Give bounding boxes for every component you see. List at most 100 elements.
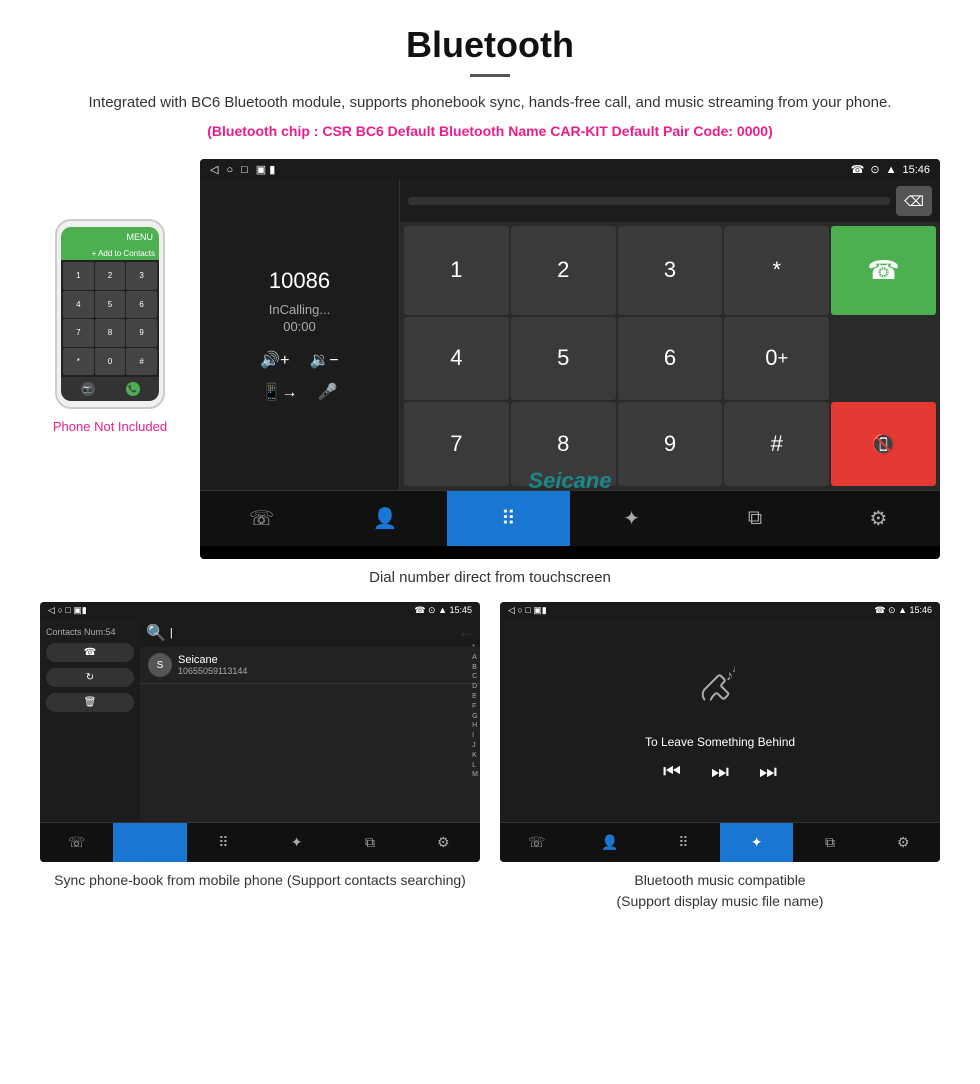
contact-row-seicane[interactable]: S Seicane 10655059113144 (140, 647, 480, 684)
nav-contacts[interactable]: 👤 (323, 491, 446, 546)
pb-nav-transfer[interactable]: ⧉ (333, 823, 406, 862)
pb-right-container: 🔍 ← S Seicane 10655059113144 (140, 619, 480, 822)
ms-nav-settings[interactable]: ⚙ (867, 823, 940, 862)
phone-add-contacts: + Add to Contacts (61, 247, 159, 260)
bottom-section: ◁ ○ □ ▣▮ ☎ ⊙ ▲ 15:45 Contacts Num:54 ☎ ↻… (0, 602, 980, 932)
back-icon: ◁ (210, 163, 218, 176)
location-icon: ⊙ (870, 163, 879, 176)
phonebook-screen: ◁ ○ □ ▣▮ ☎ ⊙ ▲ 15:45 Contacts Num:54 ☎ ↻… (40, 602, 480, 862)
ms-nav-calls[interactable]: ☏ (500, 823, 573, 862)
clear-search-icon[interactable]: ← (458, 624, 474, 642)
mute-button[interactable]: 🎤 (318, 382, 338, 402)
phonebook-caption: Sync phone-book from mobile phone (Suppo… (40, 870, 480, 891)
prev-button[interactable]: ⏮ (663, 761, 681, 784)
page-title: Bluetooth (40, 24, 940, 66)
end-call-button[interactable]: 📵 (831, 402, 936, 486)
dial-input[interactable] (408, 197, 890, 205)
status-left: ◁ ○ □ ▣ ▮ (210, 163, 275, 176)
car-screen: ◁ ○ □ ▣ ▮ ☎ ⊙ ▲ 15:46 (200, 159, 940, 559)
pb-nav-dialpad[interactable]: ⠿ (187, 823, 260, 862)
search-input[interactable] (170, 627, 454, 639)
contact-number: 10655059113144 (178, 666, 247, 676)
calling-text: InCalling... (269, 302, 330, 317)
call-action-btn[interactable]: ☎ (46, 643, 134, 662)
home-icon: ○ (226, 164, 233, 176)
key-1[interactable]: 1 (404, 226, 509, 315)
svg-text:♩: ♩ (732, 664, 742, 675)
pb-nav-settings[interactable]: ⚙ (407, 823, 480, 862)
music-phone-icon: ♪ ♩ (690, 658, 750, 729)
ms-nav-bt-music[interactable]: ✦ (720, 823, 793, 862)
nav-calls[interactable]: ☏ (200, 491, 323, 546)
nav-bluetooth-music[interactable]: ✦ (570, 491, 693, 546)
key-blank-1 (831, 317, 936, 401)
input-row: ⌫ (400, 180, 940, 222)
page-wrapper: Bluetooth Integrated with BC6 Bluetooth … (0, 0, 980, 932)
notification-icons: ▣ ▮ (256, 163, 276, 176)
refresh-action-btn[interactable]: ↻ (46, 668, 134, 687)
wifi-icon: ▲ (886, 164, 897, 176)
volume-down-button[interactable]: 🔉− (310, 350, 339, 370)
key-2[interactable]: 2 (511, 226, 616, 315)
key-8[interactable]: 8 (511, 402, 616, 486)
header-specs: (Bluetooth chip : CSR BC6 Default Blueto… (40, 123, 940, 139)
pb-body: Contacts Num:54 ☎ ↻ 🗑 🔍 ← (40, 619, 480, 822)
next-button[interactable]: ⏭ (759, 761, 777, 784)
nav-settings[interactable]: ⚙ (817, 491, 940, 546)
phone-aside: MENU + Add to Contacts 1 2 3 4 5 6 7 8 9… (40, 219, 180, 434)
key-4[interactable]: 4 (404, 317, 509, 401)
header-section: Bluetooth Integrated with BC6 Bluetooth … (0, 0, 980, 149)
ms-nav-transfer[interactable]: ⧉ (793, 823, 866, 862)
transfer-button[interactable]: 📱→ (262, 382, 298, 402)
music-controls: ⏮ ⏭ ⏭ (663, 761, 777, 784)
volume-up-button[interactable]: 🔊+ (260, 350, 289, 370)
pb-nav-contacts[interactable]: 👤 (113, 823, 186, 862)
phone-video-icon: 📷 (81, 382, 95, 396)
key-3[interactable]: 3 (618, 226, 723, 315)
nav-dialpad[interactable]: ⠿ (447, 491, 570, 546)
call-timer: 00:00 (283, 319, 316, 334)
play-pause-button[interactable]: ⏭ (711, 761, 729, 784)
search-icon: 🔍 (146, 623, 166, 643)
pb-left-panel: Contacts Num:54 ☎ ↻ 🗑 (40, 619, 140, 822)
key-hash[interactable]: # (724, 402, 829, 486)
phone-not-included-label: Phone Not Included (53, 419, 167, 434)
backspace-button[interactable]: ⌫ (896, 186, 932, 216)
ms-nav-contacts[interactable]: 👤 (573, 823, 646, 862)
dialed-number: 10086 (269, 268, 330, 294)
pb-nav-bt-music[interactable]: ✦ (260, 823, 333, 862)
car-bottom-nav: ☏ 👤 ⠿ ✦ ⧉ ⚙ (200, 490, 940, 546)
header-divider (470, 74, 510, 77)
pb-search-bar: 🔍 ← (140, 619, 480, 647)
call-button[interactable]: ☎ (831, 226, 936, 315)
main-section: MENU + Add to Contacts 1 2 3 4 5 6 7 8 9… (0, 149, 980, 559)
pb-contacts-list: 🔍 ← S Seicane 10655059113144 (140, 619, 480, 822)
key-6[interactable]: 6 (618, 317, 723, 401)
action-controls: 📱→ 🎤 (262, 382, 338, 402)
song-title: To Leave Something Behind (645, 735, 795, 749)
phone-keypad-screen: 1 2 3 4 5 6 7 8 9 * 0 # (61, 260, 159, 377)
header-description: Integrated with BC6 Bluetooth module, su… (40, 91, 940, 115)
key-star[interactable]: * (724, 226, 829, 315)
dial-area: 10086 InCalling... 00:00 🔊+ 🔉− 📱→ 🎤 (200, 180, 940, 490)
phone-bottom-bar: 📷 📞 (61, 377, 159, 401)
phone-image: MENU + Add to Contacts 1 2 3 4 5 6 7 8 9… (55, 219, 165, 409)
nav-transfer[interactable]: ⧉ (693, 491, 816, 546)
pb-status-bar: ◁ ○ □ ▣▮ ☎ ⊙ ▲ 15:45 (40, 602, 480, 619)
ms-bottom-nav: ☏ 👤 ⠿ ✦ ⧉ ⚙ (500, 822, 940, 862)
phonebook-item: ◁ ○ □ ▣▮ ☎ ⊙ ▲ 15:45 Contacts Num:54 ☎ ↻… (40, 602, 480, 912)
delete-action-btn[interactable]: 🗑 (46, 693, 134, 712)
alphabet-sidebar: * A B C D E F G H I J K L (472, 643, 478, 780)
key-9[interactable]: 9 (618, 402, 723, 486)
left-panel: 10086 InCalling... 00:00 🔊+ 🔉− 📱→ 🎤 (200, 180, 400, 490)
key-0plus[interactable]: 0+ (724, 317, 829, 401)
music-screen: ◁ ○ □ ▣▮ ☎ ⊙ ▲ 15:46 ♪ ♩ To Leave Someth… (500, 602, 940, 862)
contact-info: Seicane 10655059113144 (178, 654, 247, 676)
key-5[interactable]: 5 (511, 317, 616, 401)
pb-nav-calls[interactable]: ☏ (40, 823, 113, 862)
key-7[interactable]: 7 (404, 402, 509, 486)
music-caption: Bluetooth music compatible(Support displ… (500, 870, 940, 912)
ms-nav-dialpad[interactable]: ⠿ (647, 823, 720, 862)
contact-name: Seicane (178, 654, 247, 666)
contacts-count: Contacts Num:54 (46, 627, 134, 637)
